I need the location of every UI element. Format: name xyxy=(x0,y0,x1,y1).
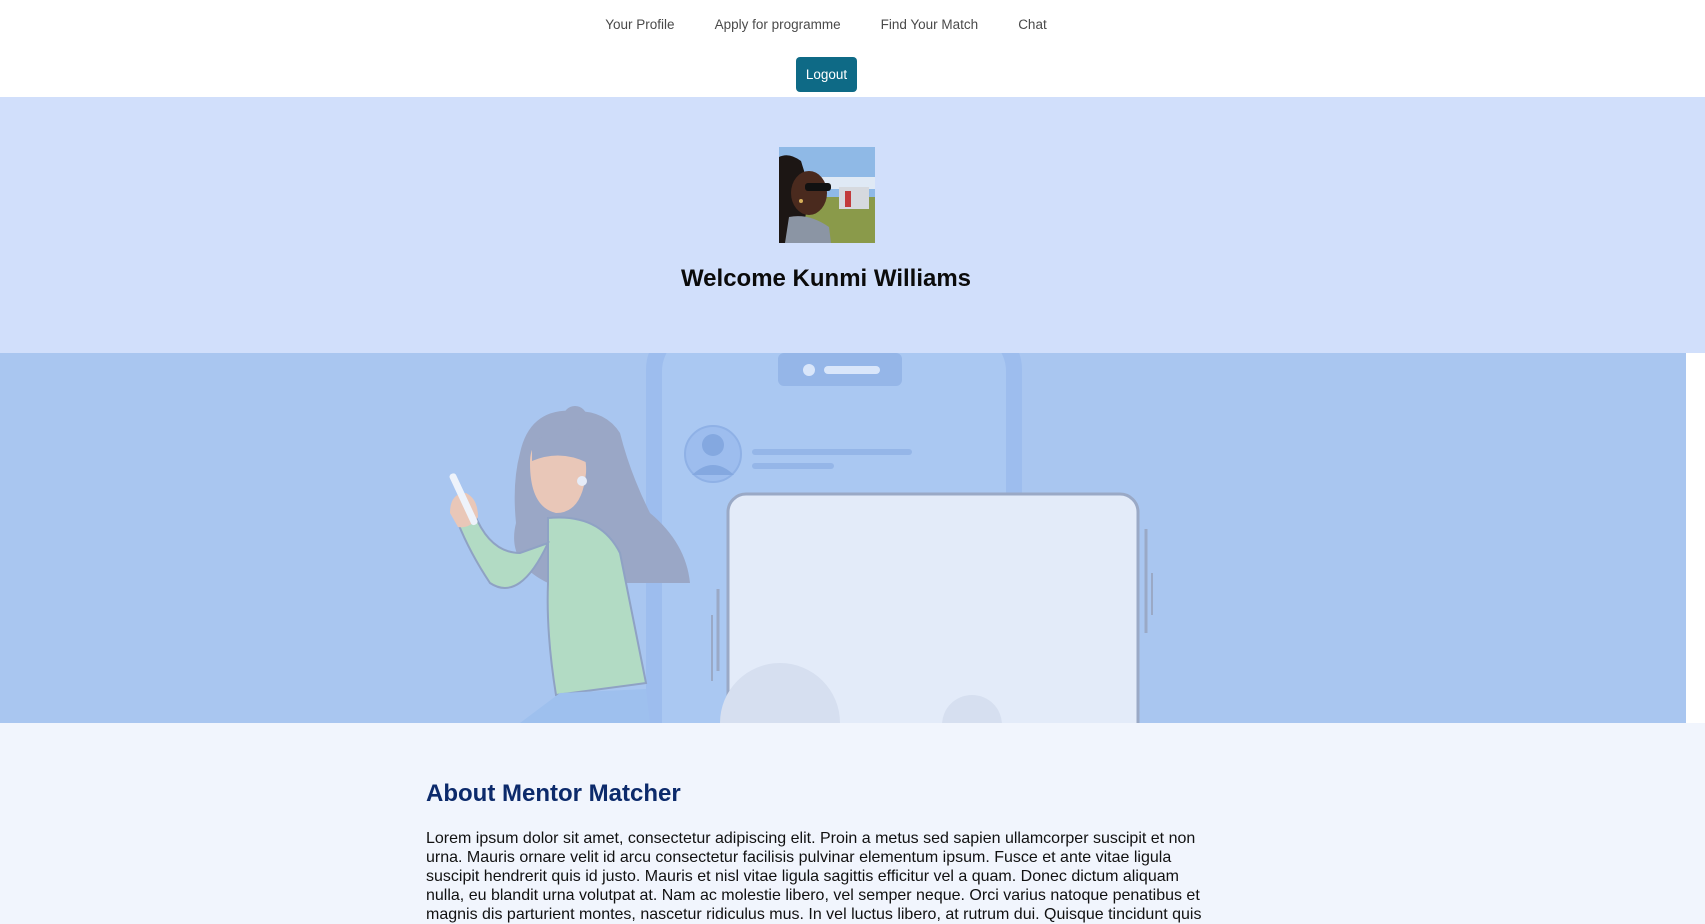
nav-your-profile[interactable]: Your Profile xyxy=(585,14,694,35)
nav-find-your-match[interactable]: Find Your Match xyxy=(861,14,999,35)
avatar xyxy=(779,147,875,243)
hero-illustration xyxy=(0,353,1686,723)
welcome-heading: Welcome Kunmi Williams xyxy=(680,265,972,292)
phone-and-woman-illustration xyxy=(449,353,1153,723)
nav-apply-for-programme[interactable]: Apply for programme xyxy=(695,14,861,35)
welcome-hero: Welcome Kunmi Williams xyxy=(0,97,1705,353)
avatar-photo xyxy=(779,147,875,243)
logout-button[interactable]: Logout xyxy=(796,57,857,92)
about-title: About Mentor Matcher xyxy=(426,780,681,807)
top-navigation-bar: Your Profile Apply for programme Find Yo… xyxy=(0,0,1705,97)
about-body: Lorem ipsum dolor sit amet, consectetur … xyxy=(426,830,1202,923)
main-nav: Your Profile Apply for programme Find Yo… xyxy=(0,14,1652,35)
nav-chat[interactable]: Chat xyxy=(998,14,1067,35)
about-section: About Mentor Matcher Lorem ipsum dolor s… xyxy=(0,723,1705,924)
